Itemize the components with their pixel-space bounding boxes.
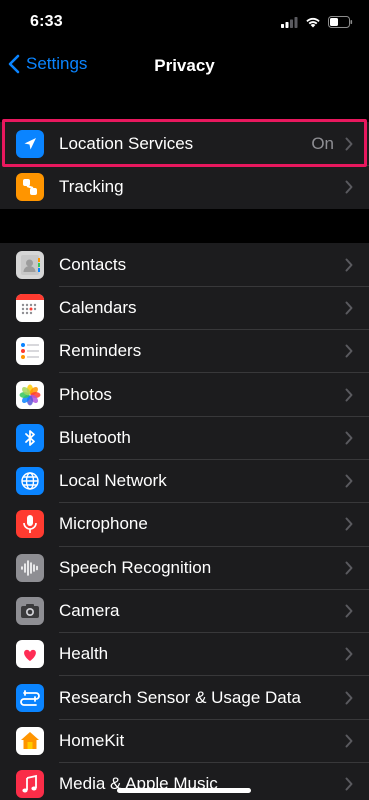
globe-icon bbox=[16, 467, 44, 496]
bluetooth-label: Bluetooth bbox=[59, 427, 131, 447]
calendars-label: Calendars bbox=[59, 297, 137, 317]
contacts-row[interactable]: Contacts bbox=[0, 243, 369, 287]
chevron-right-icon bbox=[345, 344, 353, 358]
camera-icon bbox=[16, 597, 44, 626]
microphone-icon bbox=[16, 510, 44, 539]
calendars-row[interactable]: Calendars bbox=[0, 286, 369, 330]
settings-group-permissions: Contacts Calendars Reminders Photos Blue… bbox=[0, 243, 369, 800]
health-row[interactable]: Health bbox=[0, 633, 369, 676]
photos-icon bbox=[16, 380, 44, 409]
chevron-right-icon bbox=[345, 517, 353, 531]
chevron-right-icon bbox=[345, 180, 353, 194]
status-time: 6:33 bbox=[30, 13, 63, 30]
chevron-right-icon bbox=[345, 258, 353, 272]
wifi-icon bbox=[306, 17, 320, 28]
calendar-icon bbox=[16, 293, 44, 322]
camera-row[interactable]: Camera bbox=[0, 589, 369, 633]
chevron-right-icon bbox=[345, 777, 353, 791]
bluetooth-icon bbox=[16, 423, 44, 452]
status-icons bbox=[281, 15, 353, 29]
research-sensor-label: Research Sensor & Usage Data bbox=[59, 687, 301, 707]
page-title: Privacy bbox=[154, 56, 215, 75]
camera-label: Camera bbox=[59, 601, 120, 621]
contacts-icon bbox=[16, 250, 44, 279]
chevron-right-icon bbox=[345, 734, 353, 748]
homekit-label: HomeKit bbox=[59, 730, 125, 750]
local-network-label: Local Network bbox=[59, 471, 167, 491]
waveform-icon bbox=[16, 553, 44, 582]
speech-recognition-label: Speech Recognition bbox=[59, 557, 212, 577]
research-icon bbox=[16, 683, 44, 712]
highlight-box bbox=[2, 119, 367, 167]
microphone-label: Microphone bbox=[59, 514, 148, 534]
chevron-right-icon bbox=[345, 604, 353, 618]
music-note-icon bbox=[16, 770, 44, 799]
cellular-signal-icon bbox=[281, 16, 298, 28]
microphone-row[interactable]: Microphone bbox=[0, 503, 369, 547]
chevron-right-icon bbox=[345, 431, 353, 445]
local-network-row[interactable]: Local Network bbox=[0, 459, 369, 503]
reminders-row[interactable]: Reminders bbox=[0, 330, 369, 373]
house-icon bbox=[16, 726, 44, 755]
bluetooth-row[interactable]: Bluetooth bbox=[0, 416, 369, 460]
chevron-right-icon bbox=[345, 647, 353, 661]
chevron-right-icon bbox=[345, 691, 353, 705]
home-indicator[interactable] bbox=[117, 788, 251, 793]
chevron-right-icon bbox=[345, 474, 353, 488]
heart-icon bbox=[16, 640, 44, 669]
research-sensor-row[interactable]: Research Sensor & Usage Data bbox=[0, 676, 369, 720]
media-apple-music-row[interactable]: Media & Apple Music bbox=[0, 763, 369, 800]
tracking-label: Tracking bbox=[59, 176, 124, 196]
contacts-label: Contacts bbox=[59, 254, 127, 274]
speech-recognition-row[interactable]: Speech Recognition bbox=[0, 546, 369, 590]
chevron-right-icon bbox=[345, 301, 353, 315]
reminders-label: Reminders bbox=[59, 341, 142, 361]
navigation-bar: Settings Privacy bbox=[0, 44, 369, 88]
health-label: Health bbox=[59, 644, 109, 664]
chevron-right-icon bbox=[345, 561, 353, 575]
photos-row[interactable]: Photos bbox=[0, 373, 369, 417]
reminders-icon bbox=[16, 337, 44, 366]
tracking-icon bbox=[16, 172, 44, 201]
chevron-right-icon bbox=[345, 388, 353, 402]
photos-label: Photos bbox=[59, 384, 112, 404]
status-bar: 6:33 bbox=[0, 0, 369, 44]
homekit-row[interactable]: HomeKit bbox=[0, 719, 369, 763]
tracking-row[interactable]: Tracking bbox=[0, 165, 369, 208]
battery-icon bbox=[328, 16, 353, 28]
